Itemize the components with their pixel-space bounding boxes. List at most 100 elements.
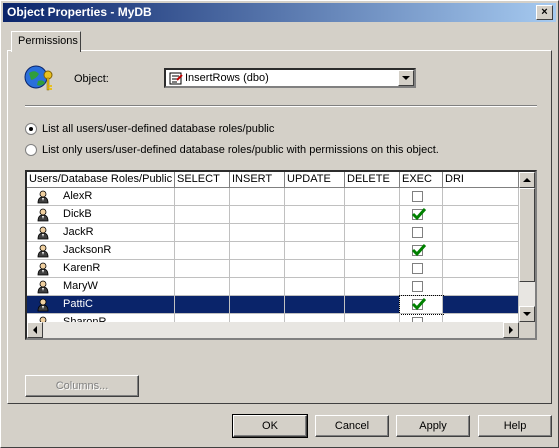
permission-cell[interactable] [175, 278, 230, 296]
exec-cell[interactable] [400, 188, 443, 206]
user-cell[interactable]: DickB [27, 206, 175, 224]
close-button[interactable]: × [536, 5, 553, 20]
permission-cell[interactable] [285, 188, 345, 206]
user-cell[interactable]: KarenR [27, 260, 175, 278]
tab-permissions[interactable]: Permissions [11, 31, 81, 52]
permission-cell[interactable] [230, 278, 285, 296]
user-icon [37, 208, 49, 222]
object-properties-dialog: Object Properties - MyDB × Permissions O… [0, 0, 559, 448]
permission-cell[interactable] [230, 296, 285, 314]
scroll-left-button[interactable] [27, 322, 43, 338]
checkmark-icon [411, 298, 427, 311]
object-select[interactable]: InsertRows (dbo) [164, 68, 416, 88]
scroll-thumb[interactable] [519, 188, 535, 282]
exec-checkbox[interactable] [412, 227, 423, 238]
apply-button[interactable]: Apply [396, 415, 470, 437]
user-cell[interactable]: AlexR [27, 188, 175, 206]
table-row[interactable]: DickB [27, 206, 519, 224]
table-row[interactable]: MaryW [27, 278, 519, 296]
exec-cell[interactable] [399, 295, 444, 315]
horizontal-scrollbar[interactable] [27, 322, 519, 338]
permission-cell[interactable] [175, 188, 230, 206]
permission-cell[interactable] [443, 242, 519, 260]
exec-checkbox[interactable] [412, 281, 423, 292]
col-header-update[interactable]: UPDATE [285, 172, 345, 188]
permission-cell[interactable] [175, 260, 230, 278]
permission-cell[interactable] [345, 206, 400, 224]
col-header-delete[interactable]: DELETE [345, 172, 400, 188]
permission-cell[interactable] [443, 224, 519, 242]
permission-cell[interactable] [443, 188, 519, 206]
permission-cell[interactable] [443, 206, 519, 224]
table-row[interactable]: JacksonR [27, 242, 519, 260]
permission-cell[interactable] [443, 296, 519, 314]
close-icon: × [541, 6, 548, 18]
table-row[interactable]: JackR [27, 224, 519, 242]
table-row[interactable]: KarenR [27, 260, 519, 278]
chevron-down-icon[interactable] [398, 70, 414, 86]
exec-cell[interactable] [400, 278, 443, 296]
exec-checkbox[interactable] [412, 191, 423, 202]
user-name: JacksonR [63, 244, 112, 256]
exec-checkbox-checked[interactable] [411, 208, 427, 221]
user-cell[interactable]: JacksonR [27, 242, 175, 260]
radio-list-only[interactable] [25, 144, 37, 156]
permission-cell[interactable] [345, 296, 400, 314]
user-cell[interactable]: PattiC [27, 296, 175, 314]
scroll-right-button[interactable] [503, 322, 519, 338]
col-header-select[interactable]: SELECT [175, 172, 230, 188]
col-header-exec[interactable]: EXEC [400, 172, 443, 188]
scroll-down-button[interactable] [519, 306, 535, 322]
permission-cell[interactable] [175, 206, 230, 224]
vertical-scrollbar[interactable] [519, 172, 535, 322]
permission-cell[interactable] [285, 296, 345, 314]
exec-checkbox-checked[interactable] [411, 244, 427, 257]
user-icon [37, 262, 49, 276]
scroll-up-button[interactable] [519, 172, 535, 188]
col-header-dri[interactable]: DRI [443, 172, 519, 188]
radio-list-all-label[interactable]: List all users/user-defined database rol… [42, 123, 274, 135]
exec-checkbox[interactable] [412, 263, 423, 274]
permission-cell[interactable] [175, 296, 230, 314]
columns-button[interactable]: Columns... [25, 375, 139, 397]
permission-cell[interactable] [230, 260, 285, 278]
exec-cell[interactable] [400, 242, 443, 260]
permissions-grid[interactable]: Users/Database Roles/Public SELECT INSER… [25, 170, 537, 340]
permission-cell[interactable] [443, 260, 519, 278]
permission-cell[interactable] [443, 278, 519, 296]
col-header-users[interactable]: Users/Database Roles/Public [27, 172, 175, 188]
permission-cell[interactable] [285, 278, 345, 296]
ok-button[interactable]: OK [232, 414, 308, 438]
permission-cell[interactable] [285, 206, 345, 224]
permission-cell[interactable] [345, 242, 400, 260]
scroll-corner [519, 322, 535, 338]
permission-cell[interactable] [345, 224, 400, 242]
permission-cell[interactable] [345, 278, 400, 296]
radio-list-only-label[interactable]: List only users/user-defined database ro… [42, 144, 439, 156]
exec-cell[interactable] [400, 260, 443, 278]
permission-cell[interactable] [285, 242, 345, 260]
permission-cell[interactable] [285, 260, 345, 278]
permission-cell[interactable] [345, 188, 400, 206]
permission-cell[interactable] [285, 224, 345, 242]
exec-cell[interactable] [400, 206, 443, 224]
permission-cell[interactable] [175, 242, 230, 260]
help-button[interactable]: Help [478, 415, 552, 437]
title-bar[interactable]: Object Properties - MyDB × [3, 3, 556, 22]
permission-cell[interactable] [230, 206, 285, 224]
user-cell[interactable]: MaryW [27, 278, 175, 296]
permission-cell[interactable] [230, 224, 285, 242]
permission-cell[interactable] [230, 242, 285, 260]
table-row[interactable]: PattiC [27, 295, 519, 315]
table-row[interactable]: AlexR [27, 188, 519, 206]
permission-cell[interactable] [345, 260, 400, 278]
radio-list-all[interactable] [25, 123, 37, 135]
permission-cell[interactable] [230, 188, 285, 206]
arrow-right-icon [509, 326, 513, 334]
permission-cell[interactable] [175, 224, 230, 242]
exec-cell[interactable] [400, 224, 443, 242]
cancel-button[interactable]: Cancel [315, 415, 389, 437]
exec-checkbox-checked[interactable] [411, 298, 427, 311]
col-header-insert[interactable]: INSERT [230, 172, 285, 188]
user-cell[interactable]: JackR [27, 224, 175, 242]
